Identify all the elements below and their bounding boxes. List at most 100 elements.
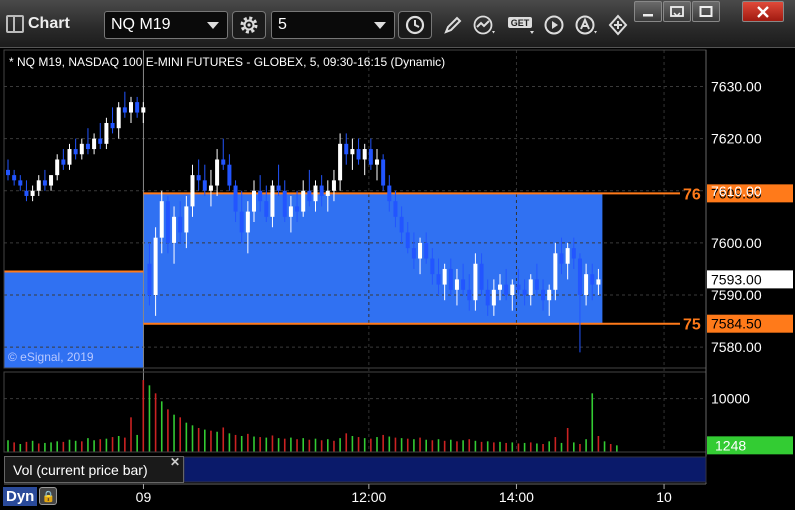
- chevron-down-icon: [207, 22, 219, 29]
- candle-body: [116, 107, 121, 129]
- get-button[interactable]: GET: [505, 11, 539, 39]
- maximize-button[interactable]: [692, 1, 720, 22]
- candle-body: [418, 242, 423, 259]
- symbol-combo[interactable]: NQ M19: [104, 11, 228, 39]
- candle-body: [381, 159, 386, 186]
- chart-line-icon: [473, 15, 495, 35]
- price-tick-label: 7630.00: [711, 78, 762, 94]
- candle-body: [67, 149, 72, 165]
- candle-body: [92, 138, 97, 150]
- settings-button[interactable]: [232, 11, 266, 39]
- level-zone: [143, 193, 603, 324]
- alert-button[interactable]: [572, 11, 602, 39]
- candle-body: [61, 159, 66, 165]
- interval-value: 5: [278, 16, 287, 33]
- lock-icon[interactable]: 🔒: [39, 487, 58, 505]
- candle-body: [172, 216, 177, 243]
- maximize-icon: [699, 5, 713, 17]
- restore-button[interactable]: [663, 1, 691, 22]
- layout-icon[interactable]: [6, 15, 24, 33]
- candle-body: [239, 211, 244, 233]
- candle-body: [528, 279, 533, 296]
- window-title: Chart: [6, 12, 70, 36]
- candle-body: [153, 237, 158, 296]
- svg-text:GET: GET: [511, 18, 530, 28]
- study-label-text: Vol (current price bar): [13, 461, 148, 478]
- diamond-link-icon: [608, 14, 628, 36]
- candle-body: [467, 289, 472, 301]
- link-button[interactable]: [603, 11, 633, 39]
- level-tag: [707, 314, 793, 333]
- candle-body: [42, 180, 47, 186]
- close-button[interactable]: [742, 1, 784, 22]
- candle-body: [491, 289, 496, 306]
- candle-body: [190, 175, 195, 207]
- close-icon: [757, 5, 769, 18]
- candle-body: [245, 211, 250, 233]
- candle-body: [24, 190, 29, 196]
- play-icon: [544, 15, 564, 35]
- candle-body: [276, 185, 281, 191]
- candle-body: [405, 232, 410, 249]
- candle-body: [362, 149, 367, 160]
- volume-tick-label: 10000: [711, 391, 750, 407]
- candle-body: [30, 190, 35, 196]
- mode-indicator[interactable]: Dyn 🔒: [3, 485, 58, 507]
- last-volume-tag: [707, 436, 793, 455]
- minimize-icon: [643, 13, 653, 16]
- candle-body: [227, 164, 232, 186]
- candle-body: [485, 289, 490, 306]
- candle-body: [375, 159, 379, 165]
- candle-body: [590, 274, 595, 285]
- candle-body: [141, 107, 146, 113]
- candle-body: [178, 216, 183, 233]
- level-label: 76: [683, 186, 701, 203]
- price-pane-border: [3, 49, 707, 369]
- candle-body: [184, 206, 189, 233]
- copyright-text: © eSignal, 2019: [8, 350, 94, 364]
- candle-body: [565, 248, 570, 264]
- candle-body: [553, 253, 558, 290]
- candle-body: [110, 122, 115, 129]
- level-tag-label: 7584.50: [711, 316, 762, 332]
- candle-body: [6, 169, 10, 176]
- minimize-button[interactable]: [634, 1, 662, 22]
- close-study-icon[interactable]: ✕: [170, 455, 180, 469]
- gear-icon: [240, 16, 258, 34]
- clock-icon: [405, 15, 425, 35]
- candle-body: [12, 175, 17, 181]
- candle-body: [344, 143, 349, 155]
- candle-body: [73, 149, 78, 155]
- clock-button[interactable]: [398, 11, 432, 39]
- candle-body: [436, 274, 441, 285]
- play-button[interactable]: [539, 11, 569, 39]
- candle-body: [510, 284, 515, 296]
- candle-body: [221, 159, 226, 165]
- candle-body: [264, 201, 269, 217]
- candle-body: [208, 185, 213, 191]
- study-label[interactable]: Vol (current price bar): [4, 456, 184, 483]
- studies-button[interactable]: [470, 11, 500, 39]
- dynamic-mode-label: Dyn: [3, 486, 38, 506]
- candle-body: [135, 102, 140, 113]
- price-tick-label: 7620.00: [711, 131, 762, 147]
- last-price-tag: [707, 270, 793, 289]
- alert-a-icon: [575, 15, 597, 35]
- interval-combo[interactable]: 5: [271, 11, 395, 39]
- candle-body: [79, 143, 84, 155]
- toolbar: Chart NQ M19 5 GET: [0, 0, 795, 48]
- candle-body: [338, 143, 343, 181]
- candle-body: [577, 258, 582, 296]
- candle-body: [596, 279, 601, 285]
- candle-body: [356, 149, 361, 160]
- draw-button[interactable]: [438, 11, 468, 39]
- candle-body: [295, 206, 300, 212]
- candle-body: [122, 107, 127, 113]
- level-label: 75: [683, 317, 701, 334]
- candle-body: [36, 180, 41, 191]
- candle-body: [387, 185, 392, 202]
- candle-body: [233, 185, 238, 212]
- volume-pane-border: [3, 371, 707, 453]
- candle-body: [479, 263, 484, 290]
- candle-body: [424, 242, 429, 259]
